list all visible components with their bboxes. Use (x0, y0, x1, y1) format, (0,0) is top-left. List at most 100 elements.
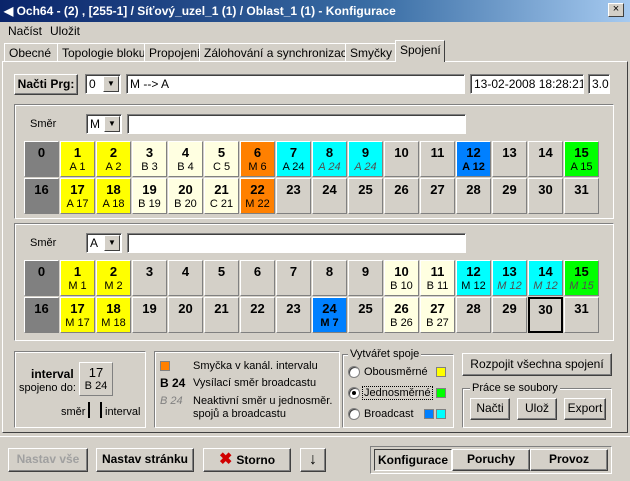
channel-cell-2[interactable]: 2A 2 (96, 141, 131, 177)
channel-cell-21[interactable]: 21 (204, 297, 239, 333)
channel-cell-11[interactable]: 11 B 11 (420, 260, 455, 296)
radio-bidirectional[interactable] (348, 366, 360, 378)
channel-cell-11[interactable]: 11 (420, 141, 455, 177)
files-export-button[interactable]: Export (564, 398, 606, 420)
channel-cell-29[interactable]: 29 (492, 297, 527, 333)
set-page-button[interactable]: Nastav stránku (96, 448, 194, 472)
channel-cell-6[interactable]: 6M 6 (240, 141, 275, 177)
channel-cell-24[interactable]: 24 M 7 (312, 297, 347, 333)
channel-cell-15[interactable]: 15 A 15 (564, 141, 599, 177)
channel-cell-16[interactable]: 16 (24, 297, 59, 333)
channel-cell-9[interactable]: 9 (348, 260, 383, 296)
direction-select-2[interactable]: A ▼ (86, 233, 122, 253)
channel-cell-22[interactable]: 22 (240, 297, 275, 333)
program-name-field[interactable]: M --> A (126, 74, 465, 94)
chevron-down-icon[interactable]: ▼ (104, 116, 120, 132)
channel-cell-12[interactable]: 12 A 12 (456, 141, 491, 177)
channel-cell-10[interactable]: 10 (384, 141, 419, 177)
channel-cell-1[interactable]: 1A 1 (60, 141, 95, 177)
channel-cell-12[interactable]: 12 M 12 (456, 260, 491, 296)
close-button[interactable]: × (608, 3, 624, 17)
channel-cell-15[interactable]: 15 M 15 (564, 260, 599, 296)
radio-bidirectional-label[interactable]: Obousměrné (364, 366, 428, 378)
channel-cell-13[interactable]: 13 M 12 (492, 260, 527, 296)
menu-load[interactable]: Načíst (8, 24, 42, 38)
channel-cell-27[interactable]: 27 B 27 (420, 297, 455, 333)
channel-cell-23[interactable]: 23 (276, 178, 311, 214)
chevron-down-icon[interactable]: ▼ (104, 235, 120, 251)
channel-cell-30[interactable]: 30 (528, 178, 563, 214)
channel-cell-31[interactable]: 31 (564, 178, 599, 214)
channel-cell-7[interactable]: 7 (276, 260, 311, 296)
channel-cell-28[interactable]: 28 (456, 297, 491, 333)
cancel-button[interactable]: ✖ Storno (203, 448, 291, 472)
channel-cell-8[interactable]: 8 (312, 260, 347, 296)
channel-cell-17[interactable]: 17 M 17 (60, 297, 95, 333)
set-all-button[interactable]: Nastav vše (8, 448, 88, 472)
channel-cell-10[interactable]: 10 B 10 (384, 260, 419, 296)
tab-block-topology[interactable]: Topologie bloku (57, 43, 145, 62)
tab-general[interactable]: Obecné (4, 43, 58, 62)
channel-cell-16[interactable]: 16 (24, 178, 59, 214)
channel-cell-4[interactable]: 4B 4 (168, 141, 203, 177)
tab-loops[interactable]: Smyčky (345, 43, 396, 62)
tab-connections[interactable]: Spojení (395, 40, 445, 62)
files-save-button[interactable]: Ulož (517, 398, 557, 420)
channel-cell-25[interactable]: 25 (348, 297, 383, 333)
disconnect-all-button[interactable]: Rozpojit všechna spojení (462, 353, 612, 376)
channel-cell-20[interactable]: 20 B 20 (168, 178, 203, 214)
channel-cell-18[interactable]: 18 A 18 (96, 178, 131, 214)
channel-cell-9[interactable]: 9A 24 (348, 141, 383, 177)
channel-cell-3[interactable]: 3 (132, 260, 167, 296)
channel-cell-28[interactable]: 28 (456, 178, 491, 214)
faults-mode-button[interactable]: Poruchy (452, 449, 530, 471)
channel-cell-31[interactable]: 31 (564, 297, 599, 333)
tab-backup-sync[interactable]: Zálohování a synchronizace (199, 43, 353, 62)
load-program-button[interactable]: Načti Prg: (14, 74, 78, 95)
channel-cell-6[interactable]: 6 (240, 260, 275, 296)
channel-cell-22[interactable]: 22 M 22 (240, 178, 275, 214)
channel-cell-1[interactable]: 1M 1 (60, 260, 95, 296)
arrow-down-button[interactable]: ↓ (300, 448, 326, 472)
channel-cell-0[interactable]: 0 (24, 141, 59, 177)
channel-cell-29[interactable]: 29 (492, 178, 527, 214)
tab-interconnection[interactable]: Propojení (144, 43, 200, 62)
channel-cell-0[interactable]: 0 (24, 260, 59, 296)
chevron-down-icon[interactable]: ▼ (103, 76, 119, 92)
channel-cell-20[interactable]: 20 (168, 297, 203, 333)
channel-cell-26[interactable]: 26 (384, 178, 419, 214)
channel-cell-30[interactable]: 30 (528, 297, 563, 333)
channel-cell-19[interactable]: 19 (132, 297, 167, 333)
channel-cell-5[interactable]: 5 (204, 260, 239, 296)
channel-cell-3[interactable]: 3B 3 (132, 141, 167, 177)
channel-cell-25[interactable]: 25 (348, 178, 383, 214)
channel-cell-4[interactable]: 4 (168, 260, 203, 296)
radio-broadcast-label[interactable]: Broadcast (364, 408, 414, 420)
channel-cell-24[interactable]: 24 (312, 178, 347, 214)
channel-cell-18[interactable]: 18 M 18 (96, 297, 131, 333)
radio-unidirectional-label[interactable]: Jednosměrné (362, 386, 433, 400)
channel-cell-21[interactable]: 21 C 21 (204, 178, 239, 214)
radio-broadcast[interactable] (348, 408, 360, 420)
channel-cell-27[interactable]: 27 (420, 178, 455, 214)
channel-cell-5[interactable]: 5C 5 (204, 141, 239, 177)
direction-select-1[interactable]: M ▼ (86, 114, 122, 134)
channel-cell-2[interactable]: 2M 2 (96, 260, 131, 296)
files-load-button[interactable]: Načti (470, 398, 510, 420)
configure-mode-button[interactable]: Konfigurace (374, 449, 452, 471)
menu-save[interactable]: Uložit (50, 24, 80, 38)
channel-cell-14[interactable]: 14 (528, 141, 563, 177)
channel-cell-14[interactable]: 14 M 12 (528, 260, 563, 296)
operation-mode-button[interactable]: Provoz (530, 449, 608, 471)
channel-cell-19[interactable]: 19 B 19 (132, 178, 167, 214)
channel-cell-23[interactable]: 23 (276, 297, 311, 333)
channel-cell-26[interactable]: 26 B 26 (384, 297, 419, 333)
channel-cell-17[interactable]: 17 A 17 (60, 178, 95, 214)
program-select[interactable]: 0 ▼ (85, 74, 121, 94)
channel-cell-13[interactable]: 13 (492, 141, 527, 177)
direction-text-1[interactable] (127, 114, 466, 134)
direction-text-2[interactable] (127, 233, 466, 253)
radio-unidirectional[interactable] (348, 387, 360, 399)
channel-cell-7[interactable]: 7A 24 (276, 141, 311, 177)
channel-cell-8[interactable]: 8A 24 (312, 141, 347, 177)
